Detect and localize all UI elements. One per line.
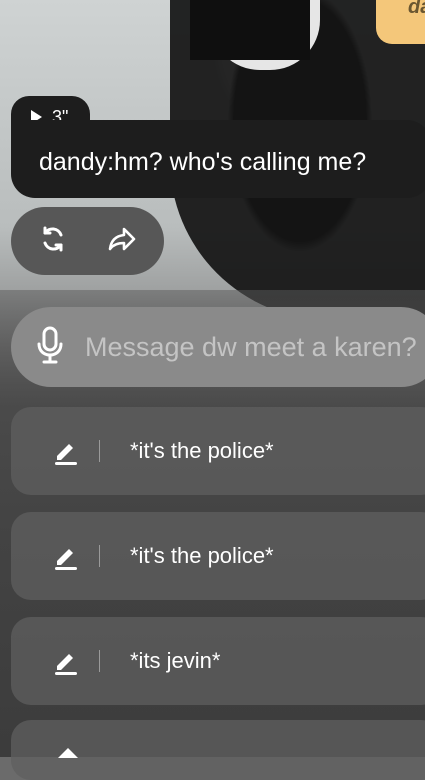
divider bbox=[99, 545, 100, 567]
user-message-bubble[interactable]: da bbox=[376, 0, 425, 44]
divider bbox=[99, 440, 100, 462]
background-shape bbox=[190, 0, 310, 60]
edit-icon[interactable] bbox=[51, 646, 81, 676]
suggestion-text: *it's the police* bbox=[130, 543, 274, 568]
user-message-text: da bbox=[408, 0, 425, 18]
refresh-icon[interactable] bbox=[38, 224, 68, 259]
microphone-icon[interactable] bbox=[37, 326, 63, 369]
message-input-bar[interactable] bbox=[11, 307, 425, 387]
divider bbox=[99, 650, 100, 672]
suggestion-item[interactable]: *it's the police* bbox=[11, 407, 425, 495]
suggestion-text: *its jevin* bbox=[130, 648, 221, 673]
character-message-text: dandy:hm? who's calling me? bbox=[39, 148, 367, 176]
message-actions bbox=[11, 207, 164, 275]
suggestion-item[interactable]: *its jevin* bbox=[11, 617, 425, 705]
suggestion-text: *it's the police* bbox=[130, 438, 274, 463]
edit-icon[interactable] bbox=[51, 541, 81, 571]
edit-icon[interactable] bbox=[51, 436, 81, 466]
collapse-toggle[interactable] bbox=[11, 720, 425, 780]
character-message-bubble: dandy:hm? who's calling me? bbox=[11, 120, 425, 198]
message-input[interactable] bbox=[83, 330, 425, 364]
share-icon[interactable] bbox=[107, 224, 137, 259]
suggestion-item[interactable]: *it's the police* bbox=[11, 512, 425, 600]
